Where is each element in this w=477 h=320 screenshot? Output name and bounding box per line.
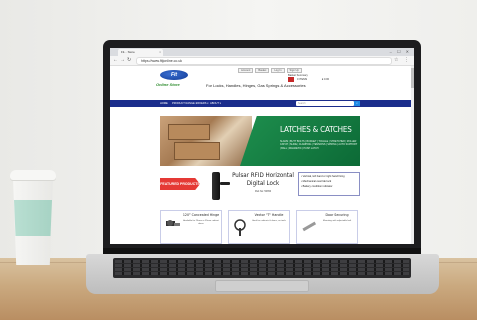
bolt-icon — [302, 221, 317, 232]
hinge-icon — [166, 220, 180, 226]
address-bar: ← → ↻ https://www.fitjonline.co.uk ☆ ⋮ — [110, 56, 414, 66]
feature-item: • Battery condition indicator — [301, 185, 333, 188]
site-tagline: For Locks, Handles, Hinges, Gas Springs … — [206, 83, 306, 88]
drawer-photo — [160, 116, 252, 166]
cup-sleeve — [14, 200, 52, 236]
product-part-no: Part No: 50350 — [254, 190, 272, 193]
forward-icon[interactable]: → — [120, 57, 125, 64]
digital-lock-image — [212, 172, 220, 200]
card-title: Door Securing — [325, 213, 349, 217]
scroll-thumb[interactable] — [411, 68, 414, 88]
reload-icon[interactable]: ↻ — [127, 57, 131, 64]
key-row — [115, 268, 409, 271]
site-logo[interactable]: Fit — [160, 70, 188, 80]
featured-label: FEATURED PRODUCTS — [160, 178, 200, 190]
product-cards: 120° Concealed Hinge Available for 26mm … — [160, 210, 360, 244]
logo-subtitle: Online Store — [156, 82, 180, 87]
card-text: Available for 26mm or 35mm cabinet doors — [183, 220, 219, 225]
product-title: Pulsar RFID Horizontal Digital Lock — [232, 172, 294, 187]
drawer-shape — [168, 124, 210, 140]
signup-link[interactable]: Sign Up — [286, 68, 302, 73]
tab-label: Fit... Store — [121, 50, 135, 54]
main-nav: HOME PRODUCT RANGE ▾ OFFERS ▾ ABOUT ▾ Se… — [110, 100, 414, 107]
banner-subtitle: SLAMS | BUTT BOLTS | BUDGET | TOGGLE | S… — [280, 140, 358, 150]
star-icon[interactable]: ☆ — [394, 57, 398, 64]
url-field[interactable]: https://www.fitjonline.co.uk — [136, 57, 392, 65]
back-icon[interactable]: ← — [113, 57, 118, 64]
hero-banner[interactable]: LATCHES & CATCHES SLAMS | BUTT BOLTS | B… — [160, 116, 360, 166]
search-input[interactable]: Search — [296, 101, 354, 106]
top-links: Account Basket Log In Sign Up — [238, 68, 304, 73]
basket-link[interactable]: Basket — [255, 68, 270, 73]
nav-home[interactable]: HOME — [160, 100, 168, 107]
login-link[interactable]: Log In — [271, 68, 285, 73]
tab-close-icon[interactable]: × — [159, 49, 161, 56]
cart-summary[interactable]: Basket Summary 0 ITEMS £ 0.00 — [288, 74, 358, 82]
browser-tabbar: Fit... Store × – ☐ ✕ — [110, 48, 414, 56]
search-icon[interactable]: ⌕ — [354, 101, 360, 106]
t-handle-icon — [234, 219, 246, 236]
laptop-keyboard — [113, 258, 411, 278]
cup-lid — [10, 170, 56, 180]
card-concealed-hinge[interactable]: 120° Concealed Hinge Available for 26mm … — [160, 210, 222, 244]
cart-total: £ 0.00 — [321, 78, 330, 82]
key-row — [115, 272, 409, 275]
page-scrollbar[interactable] — [411, 66, 414, 244]
window-controls[interactable]: – ☐ ✕ — [390, 49, 411, 54]
key-row — [115, 264, 409, 267]
basket-icon — [288, 77, 294, 82]
card-text: Mounting with adjustable bolt — [322, 220, 352, 222]
card-t-handle[interactable]: Vector "T" Handle Ideal for cabinets & d… — [228, 210, 290, 244]
card-door-securing[interactable]: Door Securing Mounting with adjustable b… — [296, 210, 358, 244]
browser-tab[interactable]: Fit... Store × — [118, 49, 163, 56]
nav-about[interactable]: ABOUT ▾ — [210, 100, 221, 107]
card-title: 120° Concealed Hinge — [182, 213, 220, 217]
banner-title: LATCHES & CATCHES — [280, 125, 352, 134]
account-link[interactable]: Account — [238, 68, 254, 73]
card-text: Ideal for cabinets & doors, no tools — [252, 220, 286, 222]
featured-product[interactable]: FEATURED PRODUCTS Pulsar RFID Horizontal… — [160, 170, 360, 204]
cart-items: 0 ITEMS — [297, 78, 308, 82]
card-title: Vector "T" Handle — [254, 213, 284, 217]
laptop-screen: Fit... Store × – ☐ ✕ ← → ↻ https://www.f… — [110, 48, 414, 244]
menu-icon[interactable]: ⋮ — [404, 57, 409, 64]
laptop-trackpad — [215, 280, 309, 292]
feature-list: • Vertical, left hand or right hand fixi… — [298, 172, 360, 196]
coffee-cup — [10, 170, 56, 270]
key-row — [115, 260, 409, 263]
nav-product-range[interactable]: PRODUCT RANGE ▾ — [172, 100, 197, 107]
lock-handle-image — [220, 182, 230, 185]
site-header: Fit Online Store For Locks, Handles, Hin… — [110, 66, 414, 100]
nav-offers[interactable]: OFFERS ▾ — [196, 100, 209, 107]
drawer-shape — [174, 142, 220, 160]
